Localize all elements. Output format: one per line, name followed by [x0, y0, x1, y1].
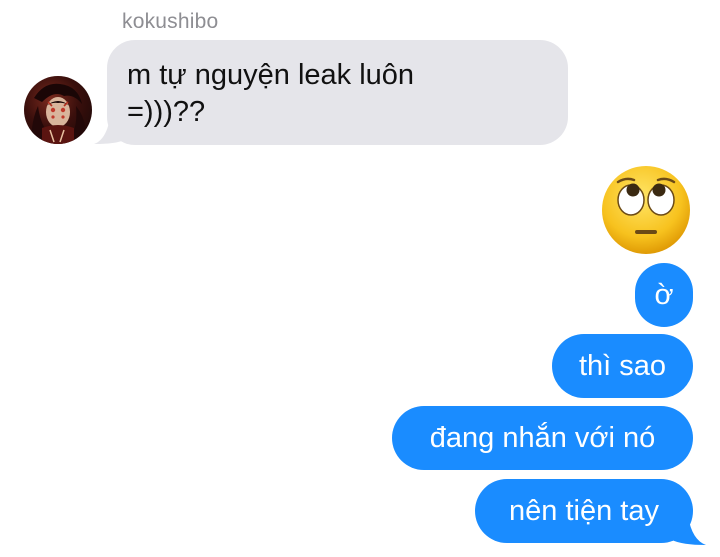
outgoing-message-bubble[interactable]: thì sao	[552, 334, 693, 398]
face-with-rolling-eyes-icon[interactable]	[600, 164, 692, 256]
avatar[interactable]	[24, 76, 92, 144]
incoming-message-bubble[interactable]: m tự nguyện leak luôn =)))??	[107, 40, 568, 145]
sender-name: kokushibo	[122, 10, 219, 33]
outgoing-message-bubble[interactable]: nên tiện tay	[475, 479, 693, 543]
outgoing-message-bubble[interactable]: đang nhắn với nó	[392, 406, 693, 470]
avatar-image-icon	[31, 83, 86, 144]
outgoing-message-bubble[interactable]: ờ	[635, 263, 693, 327]
